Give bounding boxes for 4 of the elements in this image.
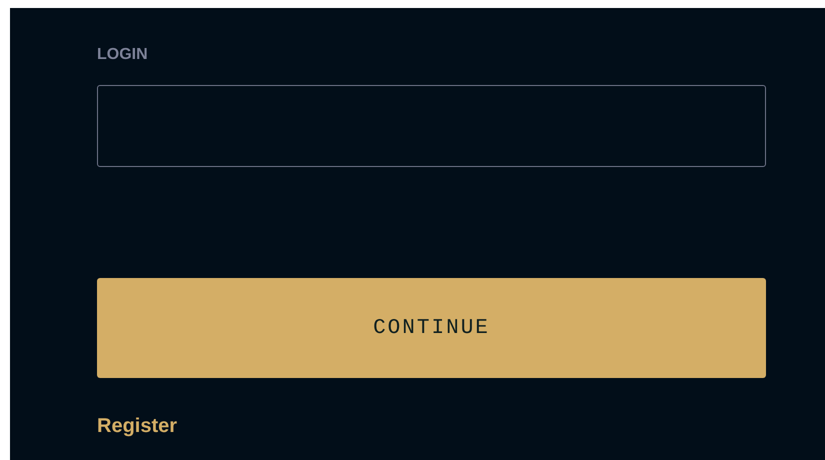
login-label: LOGIN <box>97 45 149 65</box>
register-link[interactable]: Register <box>97 415 178 438</box>
login-input[interactable] <box>97 85 766 167</box>
continue-button[interactable]: CONTINUE <box>97 278 766 378</box>
